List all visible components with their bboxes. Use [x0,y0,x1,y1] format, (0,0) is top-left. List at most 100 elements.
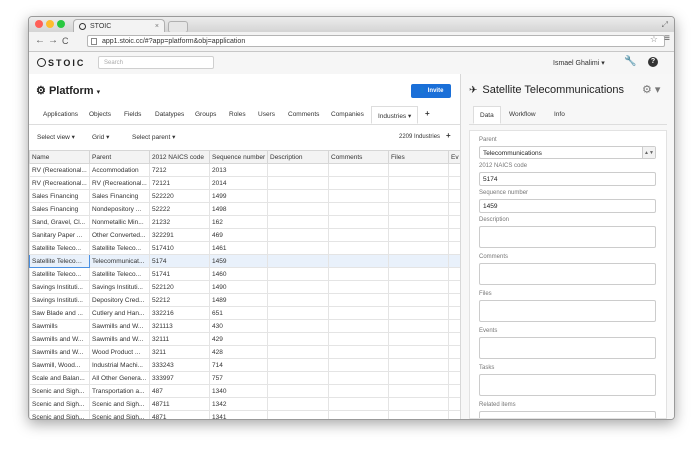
add-record-icon[interactable]: + [446,131,451,140]
table-cell[interactable]: 428 [209,345,268,359]
table-cell[interactable]: Sales Financing [29,202,90,216]
table-cell[interactable]: Sawmills and W... [89,332,150,346]
table-cell[interactable] [388,293,449,307]
table-cell[interactable]: 32111 [149,332,210,346]
table-cell[interactable]: 51741 [149,267,210,281]
tasks-field[interactable] [479,374,656,396]
table-cell[interactable]: 1459 [209,254,268,268]
reload-icon[interactable]: C [62,36,69,46]
browser-tab[interactable]: STOIC × [73,19,165,32]
table-cell[interactable]: 1461 [209,241,268,255]
table-cell[interactable]: 1340 [209,384,268,398]
table-cell[interactable] [267,332,329,346]
maximize-window-button[interactable] [57,20,65,28]
close-window-button[interactable] [35,20,43,28]
table-cell[interactable]: Savings Instituti... [29,293,90,307]
table-cell[interactable] [328,176,389,190]
table-cell[interactable] [388,280,449,294]
table-cell[interactable] [388,176,449,190]
table-cell[interactable]: Scale and Balan... [29,371,90,385]
table-cell[interactable] [267,254,329,268]
table-row[interactable]: Scenic and Sigh... Transportation a... 487… [29,384,461,398]
table-cell[interactable] [267,319,329,333]
table-cell[interactable]: 1341 [209,410,268,419]
table-cell[interactable] [448,319,461,333]
table-cell[interactable]: RV (Recreational... [89,176,150,190]
table-cell[interactable] [448,384,461,398]
select-parent-dropdown[interactable]: Select parent ▾ [132,133,175,141]
table-cell[interactable]: Saw Blade and ... [29,306,90,320]
table-row[interactable]: Sanitary Paper ... Other Converted... 3222… [29,228,461,242]
table-cell[interactable]: Savings Instituti... [29,280,90,294]
table-cell[interactable] [448,280,461,294]
table-row[interactable]: Saw Blade and ... Cutlery and Han... 33221… [29,306,461,320]
table-cell[interactable] [388,254,449,268]
table-row[interactable]: Scenic and Sigh... Scenic and Sigh... 4871… [29,397,461,411]
bookmark-star-icon[interactable]: ☆ [650,34,658,45]
table-cell[interactable] [267,241,329,255]
table-cell[interactable]: Scenic and Sigh... [29,397,90,411]
table-cell[interactable] [267,280,329,294]
table-cell[interactable] [448,332,461,346]
table-row[interactable]: Scale and Balan... All Other Genera... 333… [29,371,461,385]
table-cell[interactable] [448,371,461,385]
column-header[interactable]: Name [29,150,90,164]
events-field[interactable] [479,337,656,359]
table-cell[interactable]: Accommodation [89,163,150,177]
table-cell[interactable] [267,163,329,177]
table-cell[interactable]: 3211 [149,345,210,359]
tab-companies[interactable]: Companies [331,111,364,118]
table-row[interactable]: Satellite Telecommu Telecommunicat... 5174… [29,254,461,268]
table-cell[interactable] [328,228,389,242]
gear-icon[interactable]: ⚙ ▾ [642,83,660,96]
comments-field[interactable] [479,263,656,285]
tab-data[interactable]: Data [473,106,501,124]
table-cell[interactable] [448,410,461,419]
table-cell[interactable] [267,228,329,242]
table-row[interactable]: Sawmills and W... Sawmills and W... 32111 4… [29,332,461,346]
address-bar[interactable]: app1.stoic.cc/#?app=platform&obj=applica… [87,35,665,47]
table-row[interactable]: Sawmills and W... Wood Product ... 3211 428 [29,345,461,359]
select-view-dropdown[interactable]: Select view ▾ [37,133,75,141]
table-cell[interactable] [267,176,329,190]
column-header[interactable]: Ev [448,150,461,164]
table-cell[interactable]: 333243 [149,358,210,372]
table-row[interactable]: Satellite Teleco... Satellite Teleco... 51… [29,267,461,281]
table-row[interactable]: RV (Recreational... RV (Recreational... 72… [29,176,461,190]
table-cell[interactable] [448,163,461,177]
table-cell[interactable]: 2013 [209,163,268,177]
stoic-logo[interactable]: STOIC [37,58,85,68]
forward-icon[interactable]: → [48,35,58,46]
table-cell[interactable] [328,371,389,385]
table-cell[interactable]: Industrial Machi... [89,358,150,372]
table-cell[interactable] [267,397,329,411]
table-cell[interactable]: Scenic and Sigh... [89,397,150,411]
table-cell[interactable] [328,241,389,255]
table-cell[interactable]: RV (Recreational... [29,176,90,190]
table-cell[interactable] [328,358,389,372]
column-header[interactable]: Sequence number [209,150,268,164]
table-cell[interactable]: Sawmills and W... [29,332,90,346]
table-row[interactable]: Satellite Teleco... Satellite Teleco... 51… [29,241,461,255]
table-cell[interactable] [328,332,389,346]
table-cell[interactable] [388,163,449,177]
table-cell[interactable] [267,410,329,419]
table-cell[interactable]: Sawmills and W... [29,345,90,359]
table-cell[interactable]: 333997 [149,371,210,385]
table-cell[interactable]: 1342 [209,397,268,411]
table-row[interactable]: Scenic and Sigh... Scenic and Sigh... 4871… [29,410,461,419]
browser-menu-icon[interactable]: ≡ [664,33,670,44]
tab-applications[interactable]: Applications [43,111,78,118]
table-cell[interactable] [388,189,449,203]
table-cell[interactable] [267,215,329,229]
table-cell[interactable]: Cutlery and Han... [89,306,150,320]
table-cell[interactable]: 52212 [149,293,210,307]
table-cell[interactable]: 4871 [149,410,210,419]
column-header[interactable]: 2012 NAICS code [149,150,210,164]
back-icon[interactable]: ← [35,35,45,46]
grid-dropdown[interactable]: Grid ▾ [92,133,109,141]
tab-info[interactable]: Info [554,111,565,118]
wrench-icon[interactable]: 🔧 [624,56,636,67]
table-cell[interactable]: 469 [209,228,268,242]
table-cell[interactable]: Sanitary Paper ... [29,228,90,242]
